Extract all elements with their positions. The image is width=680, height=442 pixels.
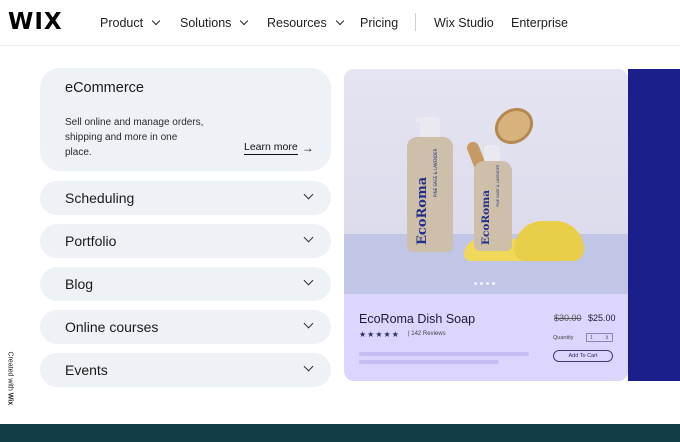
solution-item-scheduling[interactable]: Scheduling [40, 181, 331, 215]
solution-item-label: Portfolio [65, 233, 117, 249]
chevron-down-icon [151, 16, 161, 26]
nav-solutions-label: Solutions [180, 16, 232, 30]
old-price: $30.00 [554, 313, 582, 323]
nav-product-label: Product [100, 16, 144, 30]
bottle-scent: PINE SAGE & LAVENDER [496, 164, 500, 207]
product-name: EcoRoma Dish Soap [359, 312, 476, 326]
chevron-down-icon [303, 232, 314, 243]
quantity-stepper[interactable]: 1 ⇕ [586, 333, 613, 342]
chevron-down-icon [303, 318, 314, 329]
bottle-brand: EcoRoma [480, 189, 492, 245]
nav-pricing[interactable]: Pricing [360, 16, 398, 30]
solution-card-ecommerce[interactable]: eCommerce Sell online and manage orders,… [40, 68, 331, 171]
solution-item-label: Online courses [65, 319, 159, 335]
nav-enterprise[interactable]: Enterprise [511, 16, 568, 30]
side-tag-brand: Wix [6, 392, 14, 406]
footer-band [0, 424, 680, 442]
carousel-dot[interactable] [492, 282, 495, 285]
nav-solutions[interactable]: Solutions [180, 16, 249, 30]
carousel-dots[interactable] [474, 282, 495, 285]
star-rating-icon: ★★★★★ [359, 330, 400, 339]
product-info: EcoRoma Dish Soap ★★★★★ | 142 Reviews $3… [344, 294, 628, 381]
nav-wix-studio[interactable]: Wix Studio [434, 16, 494, 30]
bottle-small: EcoRoma PINE SAGE & LAVENDER [474, 161, 512, 251]
solution-item-label: Scheduling [65, 190, 135, 206]
bottle-large: EcoRoma PINE SAGE & LAVENDER [407, 137, 453, 252]
solution-item-blog[interactable]: Blog [40, 267, 331, 301]
accent-panel [628, 69, 680, 381]
solution-item-label: Blog [65, 276, 94, 292]
nav-enterprise-label: Enterprise [511, 16, 568, 30]
created-with-wix-tag[interactable]: Created with Wix [7, 352, 14, 416]
nav-pricing-label: Pricing [360, 16, 399, 30]
chevron-down-icon [335, 16, 344, 26]
carousel-dot[interactable] [486, 282, 489, 285]
learn-more-label: Learn more [244, 141, 298, 155]
nav-product[interactable]: Product [100, 16, 161, 30]
nav-wix-studio-label: Wix Studio [434, 16, 494, 30]
add-to-cart-button[interactable]: Add To Cart [553, 350, 613, 362]
solution-item-portfolio[interactable]: Portfolio [40, 224, 331, 258]
quantity-label: Quantity [553, 335, 574, 341]
carousel-dot[interactable] [480, 282, 483, 285]
nav-divider [415, 13, 416, 31]
carousel-dot[interactable] [474, 282, 477, 285]
learn-more-link[interactable]: Learn more → [244, 141, 314, 155]
chevron-down-icon [303, 361, 314, 372]
brush-head-image [487, 100, 541, 152]
chevron-down-icon [303, 189, 314, 200]
top-nav: WIX Product Solutions Resources Pricing … [0, 0, 680, 46]
placeholder-line [359, 352, 529, 356]
solution-item-label: Events [65, 362, 108, 378]
chevron-down-icon [240, 16, 249, 26]
solution-title: eCommerce [65, 80, 144, 96]
sale-price: $25.00 [588, 313, 616, 323]
solution-description: Sell online and manage orders, shipping … [65, 117, 204, 158]
bottle-brand: EcoRoma [415, 176, 430, 245]
product-photo: EcoRoma PINE SAGE & LAVENDER EcoRoma PIN… [344, 69, 628, 294]
placeholder-line [359, 360, 499, 364]
product-preview: EcoRoma PINE SAGE & LAVENDER EcoRoma PIN… [344, 69, 628, 381]
side-tag-prefix: Created with [6, 351, 14, 391]
solution-item-events[interactable]: Events [40, 353, 331, 387]
nav-resources-label: Resources [267, 16, 327, 30]
glove-image [514, 221, 584, 261]
bottle-scent: PINE SAGE & LAVENDER [433, 148, 438, 197]
wix-logo[interactable]: WIX [8, 9, 63, 35]
stepper-icon[interactable]: ⇕ [605, 335, 609, 341]
arrow-right-icon: → [301, 141, 314, 155]
nav-resources[interactable]: Resources [267, 16, 344, 30]
solution-item-online-courses[interactable]: Online courses [40, 310, 331, 344]
quantity-value: 1 [590, 334, 593, 341]
pump-nozzle-image [416, 117, 426, 123]
chevron-down-icon [303, 275, 314, 286]
review-count: | 142 Reviews [408, 331, 446, 337]
